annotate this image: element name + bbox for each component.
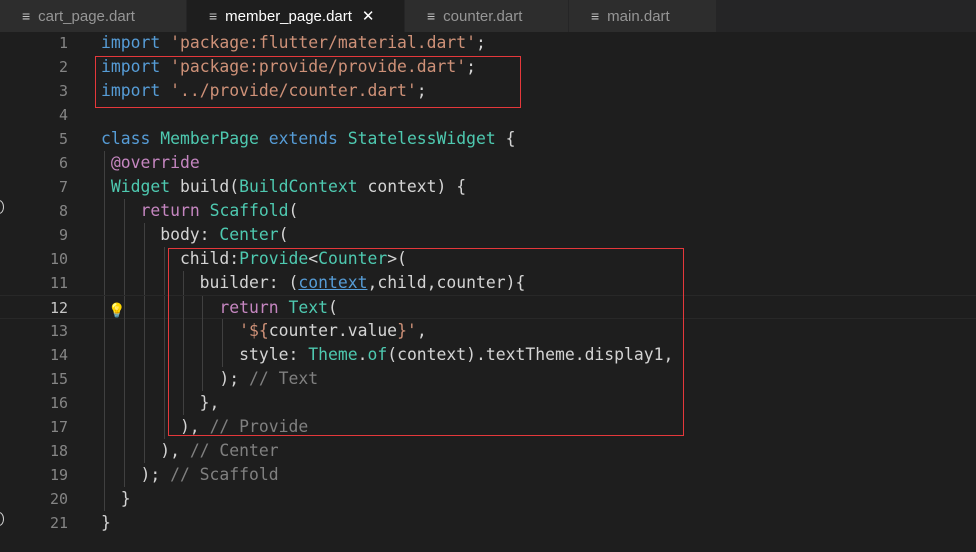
line-number: 12 (49, 299, 68, 317)
tab-label: member_page.dart (225, 7, 352, 25)
code-text: import 'package:flutter/material.dart'; (101, 33, 486, 52)
code-line[interactable]: 18 ), // Center (0, 439, 976, 463)
file-lines-icon: ≡ (591, 8, 600, 24)
line-number: 3 (58, 82, 68, 100)
line-number: 11 (49, 274, 68, 292)
line-number: 17 (49, 418, 68, 436)
line-number: 5 (58, 130, 68, 148)
code-line[interactable]: 21} (0, 511, 976, 535)
line-number: 14 (49, 346, 68, 364)
file-lines-icon: ≡ (22, 8, 31, 24)
code-text: } (101, 489, 131, 508)
line-number: 6 (58, 154, 68, 172)
tab-cart-page[interactable]: ≡ cart_page.dart (0, 0, 187, 32)
close-icon[interactable]: ✕ (362, 7, 375, 25)
tab-bar-empty-area (717, 0, 976, 32)
code-line[interactable]: 9 body: Center( (0, 223, 976, 247)
tab-main[interactable]: ≡ main.dart (569, 0, 717, 32)
line-number: 4 (58, 106, 68, 124)
line-number: 18 (49, 442, 68, 460)
code-line[interactable]: 19 ); // Scaffold (0, 463, 976, 487)
tab-label: cart_page.dart (38, 7, 135, 25)
file-lines-icon: ≡ (209, 8, 218, 24)
line-number: 21 (49, 514, 68, 532)
code-text: ); // Scaffold (101, 465, 279, 484)
tab-label: counter.dart (443, 7, 523, 25)
file-lines-icon: ≡ (427, 8, 436, 24)
code-line[interactable]: 8 return Scaffold( (0, 199, 976, 223)
code-text: } (101, 513, 111, 532)
code-text: class MemberPage extends StatelessWidget… (101, 129, 516, 148)
line-number: 7 (58, 178, 68, 196)
line-number: 15 (49, 370, 68, 388)
line-number: 2 (58, 58, 68, 76)
code-line[interactable]: 6 @override (0, 151, 976, 175)
line-number: 1 (58, 34, 68, 52)
code-text: @override (110, 153, 200, 172)
highlight-box-imports (95, 56, 521, 108)
code-text: return Scaffold( (140, 201, 299, 220)
code-text: body: Center( (101, 225, 289, 244)
line-number: 13 (49, 322, 68, 340)
line-number: 10 (49, 250, 68, 268)
tab-counter[interactable]: ≡ counter.dart (405, 0, 569, 32)
code-line[interactable]: 1 import 'package:flutter/material.dart'; (0, 31, 976, 55)
line-number: 16 (49, 394, 68, 412)
tab-bar: ≡ cart_page.dart ≡ member_page.dart ✕ ≡ … (0, 0, 976, 32)
tab-label: main.dart (607, 7, 670, 25)
highlight-box-provide (168, 248, 684, 436)
line-number: 20 (49, 490, 68, 508)
code-line[interactable]: 7 Widget build(BuildContext context) { (0, 175, 976, 199)
tab-member-page[interactable]: ≡ member_page.dart ✕ (187, 0, 405, 32)
code-text: ), // Center (101, 441, 279, 460)
line-number: 8 (58, 202, 68, 220)
line-number: 19 (49, 466, 68, 484)
code-line[interactable]: 5 class MemberPage extends StatelessWidge… (0, 127, 976, 151)
code-text: Widget build(BuildContext context) { (110, 177, 467, 196)
code-line[interactable]: 20 } (0, 487, 976, 511)
line-number: 9 (58, 226, 68, 244)
